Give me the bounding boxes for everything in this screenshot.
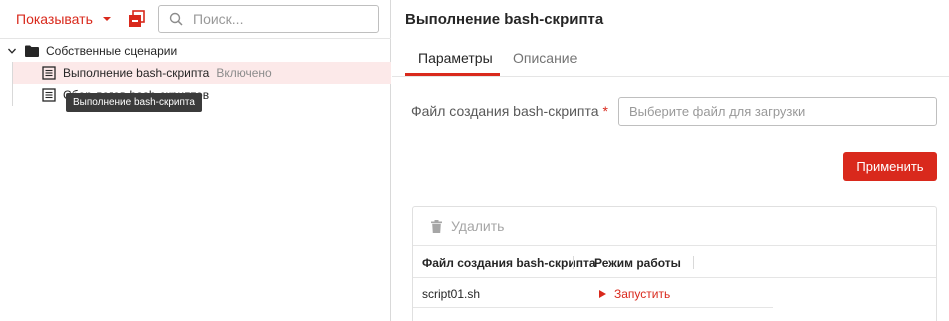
run-label: Запустить bbox=[614, 287, 671, 301]
cell-file: script01.sh bbox=[422, 287, 481, 301]
grid-toolbar: Удалить bbox=[413, 207, 936, 246]
show-filter-label: Показывать bbox=[16, 11, 93, 27]
tree-folder-label: Собственные сценарии bbox=[46, 44, 178, 58]
scenario-tree-pane: Показывать Поиск... Собственные сценарии… bbox=[0, 0, 391, 321]
tooltip: Выполнение bash-скрипта bbox=[66, 93, 202, 112]
folder-icon bbox=[25, 45, 39, 57]
play-icon bbox=[599, 290, 606, 298]
tab-description[interactable]: Описание bbox=[513, 50, 577, 66]
delete-button[interactable]: Удалить bbox=[431, 218, 504, 234]
script-icon bbox=[42, 66, 56, 80]
scenario-details-pane: Выполнение bash-скрипта Параметры Описан… bbox=[392, 0, 949, 321]
file-field-label-text: Файл создания bash-скрипта bbox=[411, 103, 599, 119]
chevron-down-icon[interactable] bbox=[7, 46, 17, 56]
file-field-label: Файл создания bash-скрипта * bbox=[411, 103, 608, 119]
tree-folder-own-scenarios[interactable]: Собственные сценарии bbox=[0, 40, 391, 62]
required-mark: * bbox=[602, 103, 608, 119]
column-header-mode[interactable]: Режим работы bbox=[594, 256, 681, 270]
file-upload-field[interactable] bbox=[618, 97, 937, 126]
status-badge: Включено bbox=[216, 66, 272, 80]
tree-item-label: Выполнение bash-скрипта bbox=[63, 66, 210, 80]
page-title: Выполнение bash-скрипта bbox=[405, 11, 604, 28]
column-header-file[interactable]: Файл создания bash-скрипта bbox=[422, 256, 596, 270]
scripts-grid: Удалить Файл создания bash-скрипта Режим… bbox=[412, 206, 937, 321]
column-resize-handle[interactable] bbox=[573, 256, 574, 269]
script-icon bbox=[42, 88, 56, 102]
tree-toolbar: Показывать bbox=[0, 0, 391, 39]
active-tab-indicator bbox=[405, 73, 500, 76]
run-button[interactable]: Запустить bbox=[599, 287, 670, 301]
delete-label: Удалить bbox=[451, 218, 505, 234]
app-root: Показывать Поиск... Собственные сценарии… bbox=[0, 0, 949, 321]
column-resize-handle[interactable] bbox=[693, 256, 694, 269]
collapse-all-icon[interactable] bbox=[128, 10, 146, 28]
search-icon bbox=[169, 12, 183, 26]
tree-item-bash-run[interactable]: Выполнение bash-скрипта Включено bbox=[13, 62, 391, 84]
search-input[interactable] bbox=[193, 11, 363, 27]
caret-down-icon bbox=[102, 17, 111, 21]
tab-parameters[interactable]: Параметры bbox=[418, 50, 493, 66]
trash-icon bbox=[431, 219, 442, 233]
grid-header: Файл создания bash-скрипта Режим работы bbox=[413, 247, 936, 278]
table-row[interactable]: script01.sh Запустить bbox=[413, 279, 773, 308]
tab-bar: Параметры Описание bbox=[392, 40, 949, 77]
search-box[interactable] bbox=[158, 5, 379, 33]
show-filter-dropdown[interactable]: Показывать bbox=[16, 9, 111, 29]
apply-button[interactable]: Применить bbox=[843, 152, 937, 181]
